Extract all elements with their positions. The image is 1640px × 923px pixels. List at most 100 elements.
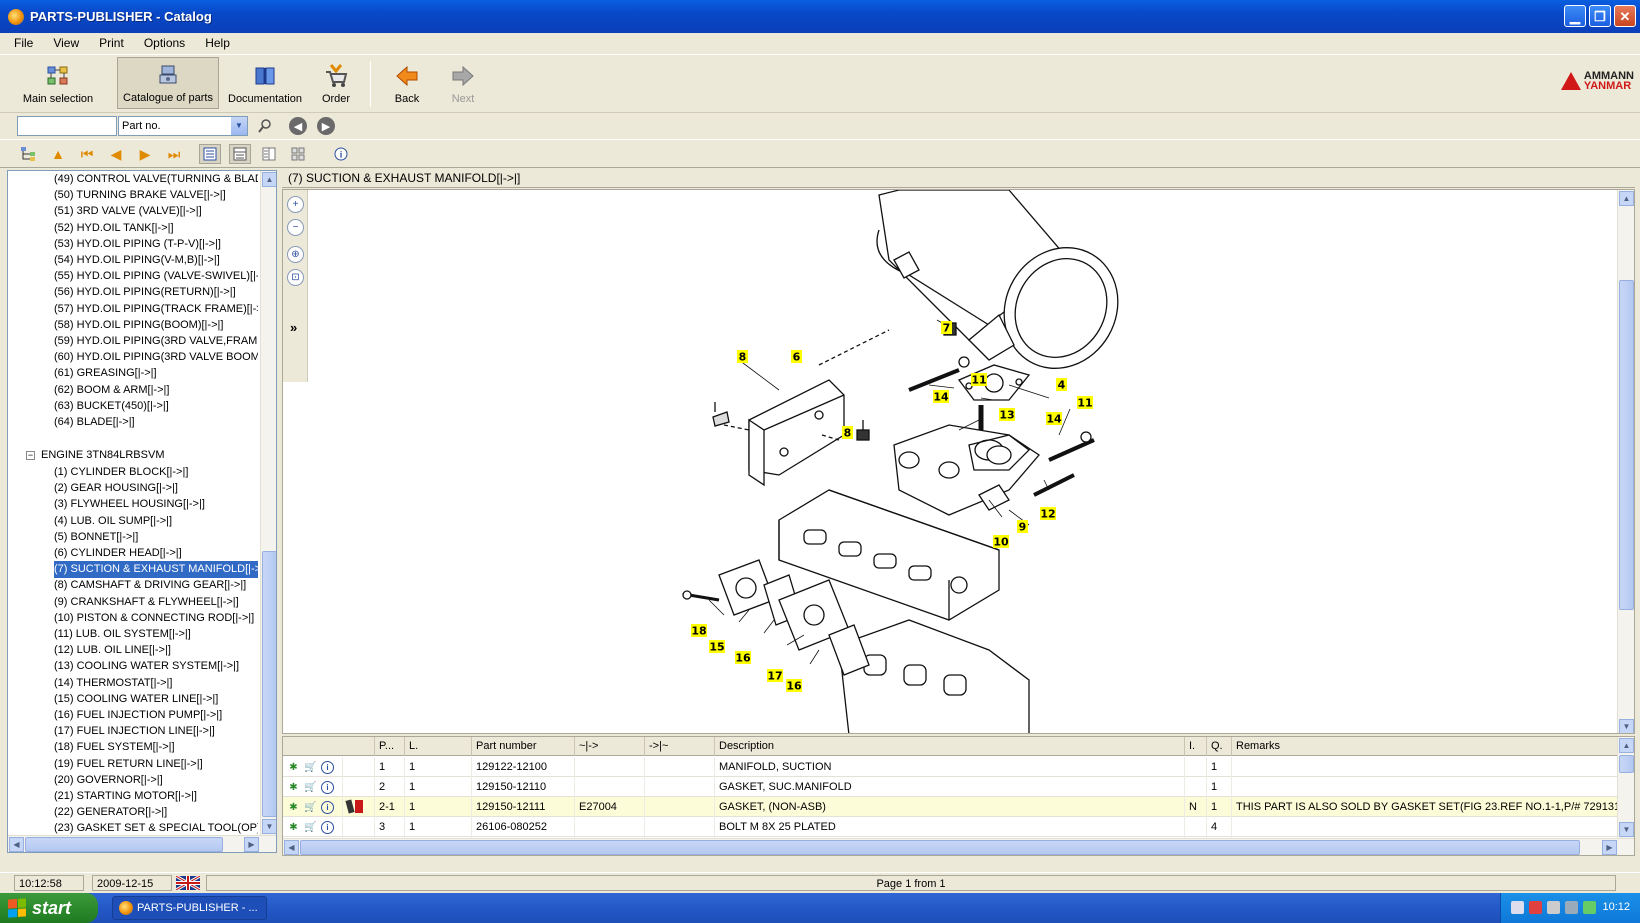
tree-item[interactable]: (19) FUEL RETURN LINE[|->|]: [54, 756, 258, 773]
table-vertical-scrollbar[interactable]: ▲ ▼: [1617, 737, 1634, 838]
callout-number[interactable]: 6: [793, 351, 801, 364]
volume-icon[interactable]: [1565, 901, 1578, 914]
minimize-button[interactable]: ▁: [1564, 5, 1586, 27]
tree-item[interactable]: (56) HYD.OIL PIPING(RETURN)[|->|]: [54, 284, 258, 301]
info-icon[interactable]: i: [321, 820, 334, 834]
callout-number[interactable]: 18: [691, 625, 706, 638]
tree-item[interactable]: (2) GEAR HOUSING[|->|]: [54, 480, 258, 497]
catalogue-button[interactable]: Catalogue of parts: [117, 57, 219, 109]
expand-panel-icon[interactable]: »: [290, 320, 297, 335]
info-icon[interactable]: i: [321, 780, 334, 794]
col-remarks[interactable]: Remarks: [1232, 737, 1619, 756]
menu-options[interactable]: Options: [144, 36, 185, 50]
zoom-in-icon[interactable]: +: [287, 196, 304, 213]
tree-item[interactable]: (16) FUEL INJECTION PUMP[|->|]: [54, 707, 258, 724]
scrollbar-thumb[interactable]: [1619, 755, 1634, 773]
tree-item[interactable]: (58) HYD.OIL PIPING(BOOM)[|->|]: [54, 317, 258, 334]
scrollbar-thumb[interactable]: [1619, 280, 1634, 610]
tree-item[interactable]: (61) GREASING[|->|]: [54, 365, 258, 382]
table-row[interactable]: ✱ 🛒 i 2-1 1 129150-12111 E27004 GASKET, (NON-AS…: [283, 797, 1619, 817]
info-icon[interactable]: i: [321, 760, 334, 774]
start-button[interactable]: start: [0, 893, 98, 923]
scroll-up-icon[interactable]: ▲: [262, 172, 276, 187]
callout-number[interactable]: 16: [786, 680, 802, 693]
add-to-cart-icon[interactable]: 🛒: [304, 801, 317, 814]
menu-file[interactable]: File: [14, 36, 33, 50]
display-icon[interactable]: [1547, 901, 1560, 914]
tree-item[interactable]: (49) CONTROL VALVE(TURNING & BLADE): [54, 171, 258, 188]
gear-icon[interactable]: ✱: [287, 801, 300, 814]
tree-group-engine[interactable]: − ENGINE 3TN84LRBSVM: [26, 447, 164, 464]
search-icon[interactable]: [256, 117, 274, 135]
callout-number[interactable]: 8: [739, 351, 747, 364]
zoom-out-icon[interactable]: −: [287, 219, 304, 236]
split-view-icon[interactable]: [258, 144, 280, 164]
tree-item[interactable]: (5) BONNET[|->|]: [54, 529, 258, 546]
info-icon[interactable]: i: [321, 800, 334, 814]
col-interchange[interactable]: I.: [1185, 737, 1207, 756]
callout-number[interactable]: 16: [735, 652, 751, 665]
tree-item[interactable]: (15) COOLING WATER LINE[|->|]: [54, 691, 258, 708]
info-icon[interactable]: i: [330, 144, 352, 164]
tree-item[interactable]: (22) GENERATOR[|->|]: [54, 804, 258, 821]
scrollbar-thumb[interactable]: [25, 837, 223, 852]
gear-icon[interactable]: ✱: [287, 781, 300, 794]
scrollbar-thumb[interactable]: [300, 840, 1580, 855]
tree-item[interactable]: (20) GOVERNOR[|->|]: [54, 772, 258, 789]
gear-icon[interactable]: ✱: [287, 821, 300, 834]
menu-help[interactable]: Help: [205, 36, 230, 50]
callout-number[interactable]: 4: [1058, 379, 1066, 392]
tree-view-icon[interactable]: [18, 144, 40, 164]
col-level[interactable]: L.: [405, 737, 472, 756]
tree-item[interactable]: (17) FUEL INJECTION LINE[|->|]: [54, 723, 258, 740]
callout-number[interactable]: 12: [1040, 508, 1055, 521]
tree-item[interactable]: (60) HYD.OIL PIPING(3RD VALVE BOOM)[|: [54, 349, 258, 366]
documentation-button[interactable]: Documentation: [225, 57, 305, 109]
tree-item[interactable]: (64) BLADE[|->|]: [54, 414, 258, 431]
order-button[interactable]: Order: [312, 57, 360, 109]
scroll-right-icon[interactable]: ▶: [244, 837, 259, 852]
tree-item[interactable]: (13) COOLING WATER SYSTEM[|->|]: [54, 658, 258, 675]
detail-view-icon[interactable]: [229, 144, 251, 164]
add-to-cart-icon[interactable]: 🛒: [304, 821, 317, 834]
scroll-left-icon[interactable]: ◀: [9, 837, 24, 852]
tree-item[interactable]: (21) STARTING MOTOR[|->|]: [54, 788, 258, 805]
scroll-down-icon[interactable]: ▼: [1619, 822, 1634, 837]
thumbnail-view-icon[interactable]: [287, 144, 309, 164]
note-icon[interactable]: [355, 800, 363, 813]
exploded-view-drawing[interactable]: + − ⊕ ⊡ » 7 8 6 11 4 14 13 8 14 11 12 9 …: [282, 189, 1635, 734]
scroll-up-icon[interactable]: ▲: [1619, 738, 1634, 753]
tree-item[interactable]: (55) HYD.OIL PIPING (VALVE-SWIVEL)[|->: [54, 268, 258, 285]
tree-item[interactable]: (53) HYD.OIL PIPING (T-P-V)[|->|]: [54, 236, 258, 253]
tree-item[interactable]: (62) BOOM & ARM[|->|]: [54, 382, 258, 399]
scroll-down-icon[interactable]: ▼: [262, 819, 276, 834]
col-part-number[interactable]: Part number: [472, 737, 575, 756]
tree-item[interactable]: (50) TURNING BRAKE VALVE[|->|]: [54, 187, 258, 204]
table-row[interactable]: ✱ 🛒 i 1 1 129122-12100 MANIFOLD, SUCTION 1: [283, 757, 1619, 777]
next-page-icon[interactable]: ▶: [134, 144, 156, 164]
tree-vertical-scrollbar[interactable]: ▲ ▼: [260, 171, 276, 835]
update-icon[interactable]: [1583, 901, 1596, 914]
network-icon[interactable]: [1511, 901, 1524, 914]
tree-item[interactable]: (63) BUCKET(450)[|->|]: [54, 398, 258, 415]
previous-page-icon[interactable]: ◀: [105, 144, 127, 164]
close-button[interactable]: ✕: [1614, 5, 1636, 27]
callout-number[interactable]: 8: [844, 427, 852, 440]
scroll-up-icon[interactable]: ▲: [1619, 191, 1634, 206]
main-selection-button[interactable]: Main selection: [12, 57, 104, 109]
previous-result-icon[interactable]: ◀: [289, 117, 307, 135]
taskbar-item-parts-publisher[interactable]: PARTS-PUBLISHER - ...: [112, 896, 267, 920]
col-description[interactable]: Description: [715, 737, 1185, 756]
drawing-vertical-scrollbar[interactable]: ▲ ▼: [1617, 190, 1634, 733]
table-row[interactable]: ✱ 🛒 i 3 1 26106-080252 BOLT M 8X 25 PLATED 4: [283, 817, 1619, 837]
callout-number[interactable]: 14: [1046, 413, 1062, 426]
table-row[interactable]: ✱ 🛒 i 2 1 129150-12110 GASKET, SUC.MANIFOLD 1: [283, 777, 1619, 797]
tree-horizontal-scrollbar[interactable]: ◀ ▶: [8, 835, 276, 852]
tree-item[interactable]: (3) FLYWHEEL HOUSING[|->|]: [54, 496, 258, 513]
search-field-select[interactable]: Part no. ▼: [118, 116, 248, 136]
tree-item[interactable]: (59) HYD.OIL PIPING(3RD VALVE,FRAME[: [54, 333, 258, 350]
tree-item[interactable]: (6) CYLINDER HEAD[|->|]: [54, 545, 258, 562]
collapse-icon[interactable]: −: [26, 450, 35, 460]
scroll-down-icon[interactable]: ▼: [1619, 719, 1634, 733]
zoom-fit-icon[interactable]: ⊕: [287, 246, 304, 263]
